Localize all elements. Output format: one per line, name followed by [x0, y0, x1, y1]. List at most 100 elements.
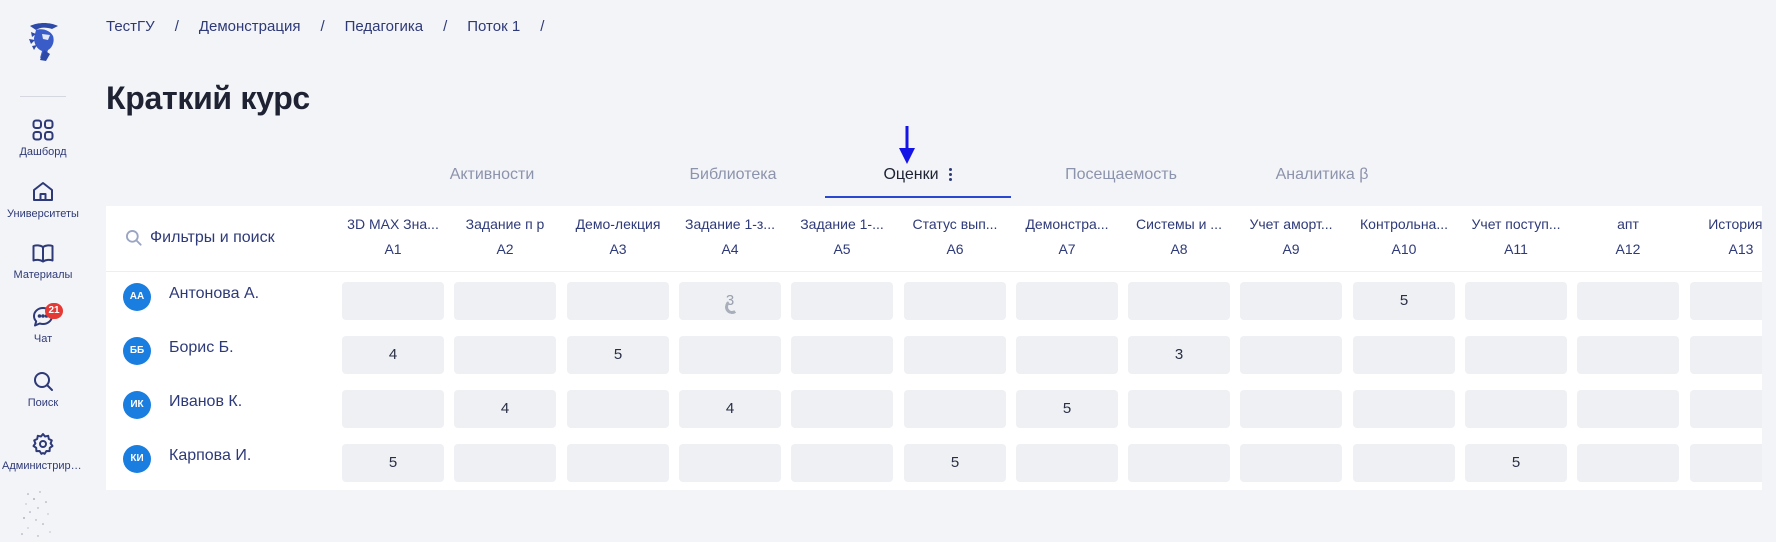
- breadcrumb-separator: /: [174, 18, 179, 35]
- grade-column-header[interactable]: Учет аморт... А9: [1240, 216, 1342, 257]
- grade-column-header[interactable]: Демо-лекция А3: [567, 216, 669, 257]
- page-title: Краткий курс: [106, 80, 310, 116]
- grade-cell[interactable]: 4: [454, 390, 556, 428]
- grade-cell[interactable]: 5: [342, 444, 444, 482]
- dashboard-grid-icon: [32, 119, 54, 141]
- column-title: Задание п р: [465, 216, 545, 232]
- grade-cell[interactable]: [342, 390, 444, 428]
- filter-search-input[interactable]: Фильтры и поиск: [124, 228, 275, 248]
- grade-column-header[interactable]: апт А12: [1577, 216, 1679, 257]
- grade-cell[interactable]: [1577, 282, 1679, 320]
- grade-column-header[interactable]: Системы и ... А8: [1128, 216, 1230, 257]
- grade-cell[interactable]: [1465, 390, 1567, 428]
- grade-cell[interactable]: 5: [904, 444, 1006, 482]
- grade-cell[interactable]: [1690, 282, 1762, 320]
- grade-cell[interactable]: [1016, 336, 1118, 374]
- grade-cell[interactable]: [1128, 444, 1230, 482]
- grade-cell[interactable]: [1128, 390, 1230, 428]
- student-name[interactable]: Иванов К.: [169, 393, 242, 411]
- grade-cell[interactable]: 3: [1128, 336, 1230, 374]
- tab-label: Оценки: [883, 166, 939, 183]
- grade-cell[interactable]: 4: [342, 336, 444, 374]
- chat-unread-badge: 21: [45, 303, 63, 319]
- sidebar-item-chat[interactable]: 21 Чат: [0, 303, 86, 345]
- sidebar-item-label: Поиск: [27, 397, 59, 409]
- grade-column-header[interactable]: Статус вып... А6: [904, 216, 1006, 257]
- grade-cell[interactable]: [1240, 444, 1342, 482]
- grade-cell[interactable]: [1690, 390, 1762, 428]
- logo-icon[interactable]: [22, 20, 62, 62]
- grade-cell[interactable]: [791, 282, 893, 320]
- grade-cell[interactable]: [1240, 336, 1342, 374]
- breadcrumb-item[interactable]: Поток 1: [467, 18, 520, 35]
- kebab-menu-icon[interactable]: [948, 166, 953, 183]
- grade-cell[interactable]: [454, 336, 556, 374]
- student-name[interactable]: Борис Б.: [169, 339, 234, 357]
- grade-column-header[interactable]: Учет поступ... А11: [1465, 216, 1567, 257]
- grade-cell[interactable]: [1240, 282, 1342, 320]
- sidebar-item-materials[interactable]: Материалы: [0, 241, 86, 281]
- grade-cell[interactable]: [1016, 282, 1118, 320]
- tab-activities[interactable]: Активности: [442, 150, 542, 198]
- grade-cell[interactable]: [1465, 282, 1567, 320]
- grade-cell[interactable]: [1690, 444, 1762, 482]
- sidebar-item-dashboard[interactable]: Дашборд: [0, 118, 86, 158]
- grade-cell[interactable]: [904, 282, 1006, 320]
- grade-column-header[interactable]: Задание 1-з... А4: [679, 216, 781, 257]
- grade-cell[interactable]: 4: [679, 390, 781, 428]
- student-name[interactable]: Антонова А.: [169, 285, 259, 303]
- grade-cell[interactable]: [1353, 336, 1455, 374]
- grade-cell[interactable]: [1577, 336, 1679, 374]
- grade-cell[interactable]: [454, 282, 556, 320]
- column-code: А4: [721, 241, 739, 257]
- column-title: История в: [1708, 216, 1762, 232]
- grade-cell[interactable]: [791, 444, 893, 482]
- table-row: КИ Карпова И. 5 5 5: [106, 434, 1762, 488]
- grade-cell[interactable]: [904, 336, 1006, 374]
- breadcrumb-item[interactable]: Демонстрация: [199, 18, 301, 35]
- grade-cell[interactable]: [1016, 444, 1118, 482]
- grade-cell[interactable]: [454, 444, 556, 482]
- grade-column-header[interactable]: Задание 1-... А5: [791, 216, 893, 257]
- sidebar-item-universities[interactable]: Университеты: [0, 180, 86, 220]
- grade-cell[interactable]: [791, 390, 893, 428]
- grade-column-header[interactable]: Задание п р А2: [454, 216, 556, 257]
- grade-cell[interactable]: 5: [567, 336, 669, 374]
- grade-cell[interactable]: [567, 444, 669, 482]
- grade-cell[interactable]: 5: [1016, 390, 1118, 428]
- sidebar-item-administration[interactable]: Администрирование: [0, 432, 86, 472]
- grade-cell[interactable]: [1128, 282, 1230, 320]
- grade-cell[interactable]: [1577, 390, 1679, 428]
- grade-cell[interactable]: 3: [679, 282, 781, 320]
- grade-column-header[interactable]: 3D MAX Зна... А1: [342, 216, 444, 257]
- grade-cell[interactable]: [1353, 390, 1455, 428]
- student-name[interactable]: Карпова И.: [169, 447, 251, 465]
- grade-cell[interactable]: [1465, 336, 1567, 374]
- tab-library[interactable]: Библиотека: [668, 150, 798, 198]
- grade-cell[interactable]: [1353, 444, 1455, 482]
- grade-cell[interactable]: [567, 390, 669, 428]
- grade-column-header[interactable]: Контрольна... А10: [1353, 216, 1455, 257]
- grade-column-header[interactable]: История в А13: [1690, 216, 1762, 257]
- grade-cell[interactable]: [679, 336, 781, 374]
- tab-analytics[interactable]: Аналитика β: [1272, 150, 1372, 198]
- grade-column-header[interactable]: Демонстра... А7: [1016, 216, 1118, 257]
- breadcrumb-separator: /: [540, 18, 545, 35]
- tab-attendance[interactable]: Посещаемость: [1058, 150, 1184, 198]
- grade-cell[interactable]: [342, 282, 444, 320]
- grade-cell[interactable]: [567, 282, 669, 320]
- grade-cell[interactable]: [1690, 336, 1762, 374]
- grade-cell[interactable]: [791, 336, 893, 374]
- breadcrumb-item[interactable]: ТестГУ: [106, 18, 155, 35]
- tab-grades[interactable]: Оценки: [825, 150, 1011, 198]
- grade-cell[interactable]: [904, 390, 1006, 428]
- sidebar-item-search[interactable]: Поиск: [0, 369, 86, 409]
- grade-cell[interactable]: [1240, 390, 1342, 428]
- search-placeholder: Фильтры и поиск: [150, 229, 275, 246]
- grade-cell[interactable]: 5: [1465, 444, 1567, 482]
- grade-cell[interactable]: 5: [1353, 282, 1455, 320]
- grade-cell[interactable]: [679, 444, 781, 482]
- grade-cell[interactable]: [1577, 444, 1679, 482]
- breadcrumb-item[interactable]: Педагогика: [345, 18, 423, 35]
- table-row: ББ Борис Б. 4 5 3: [106, 326, 1762, 380]
